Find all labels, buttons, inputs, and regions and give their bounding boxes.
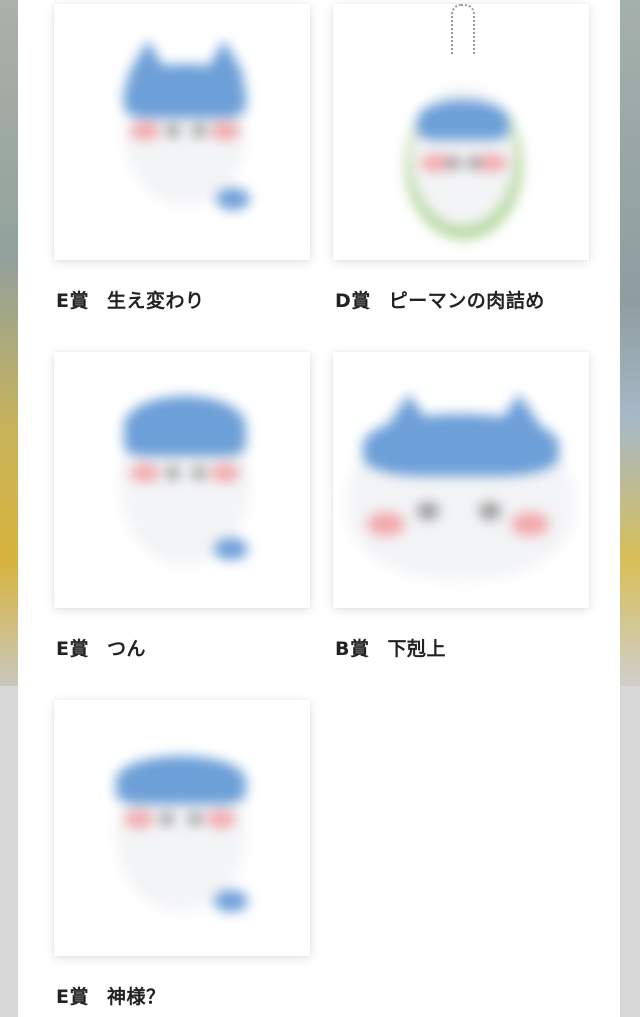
prize-card[interactable]: E賞 神様？ <box>54 700 310 1008</box>
prize-image[interactable] <box>54 700 310 956</box>
prize-image[interactable] <box>54 352 310 608</box>
prize-image[interactable] <box>333 352 589 608</box>
prize-card[interactable]: D賞 ピーマンの肉詰め <box>333 4 589 312</box>
prize-list-sheet: E賞 生え変わり D賞 ピーマンの肉詰め E賞 つん B賞 下剋上 E賞 神様？ <box>18 0 620 1017</box>
large-plush-face-icon <box>333 352 589 608</box>
prize-rank: E賞 <box>56 290 89 312</box>
prize-caption: E賞 生え変わり <box>56 286 205 313</box>
prize-card[interactable]: B賞 下剋上 <box>333 352 589 660</box>
prize-name: 下剋上 <box>387 638 446 660</box>
prize-rank: B賞 <box>335 638 370 660</box>
prize-image[interactable] <box>333 4 589 260</box>
prize-name: 生え変わり <box>106 290 205 312</box>
dimmed-background-right <box>618 0 640 690</box>
plush-mascot-icon <box>54 700 310 956</box>
prize-rank: D賞 <box>335 290 371 312</box>
prize-image[interactable] <box>54 4 310 260</box>
plush-mascot-icon <box>54 352 310 608</box>
prize-name: 神様？ <box>106 986 166 1008</box>
prize-card[interactable]: E賞 つん <box>54 352 310 660</box>
dimmed-background-left <box>0 0 18 690</box>
prize-caption: E賞 神様？ <box>56 982 166 1009</box>
plush-mascot-icon <box>54 4 310 260</box>
prize-caption: D賞 ピーマンの肉詰め <box>335 286 545 313</box>
prize-caption: B賞 下剋上 <box>335 634 446 661</box>
prize-name: つん <box>106 638 146 660</box>
plush-keychain-icon <box>333 4 589 260</box>
prize-card[interactable]: E賞 生え変わり <box>54 4 310 312</box>
prize-rank: E賞 <box>56 638 89 660</box>
prize-rank: E賞 <box>56 986 89 1008</box>
prize-caption: E賞 つん <box>56 634 146 661</box>
prize-name: ピーマンの肉詰め <box>388 290 545 312</box>
